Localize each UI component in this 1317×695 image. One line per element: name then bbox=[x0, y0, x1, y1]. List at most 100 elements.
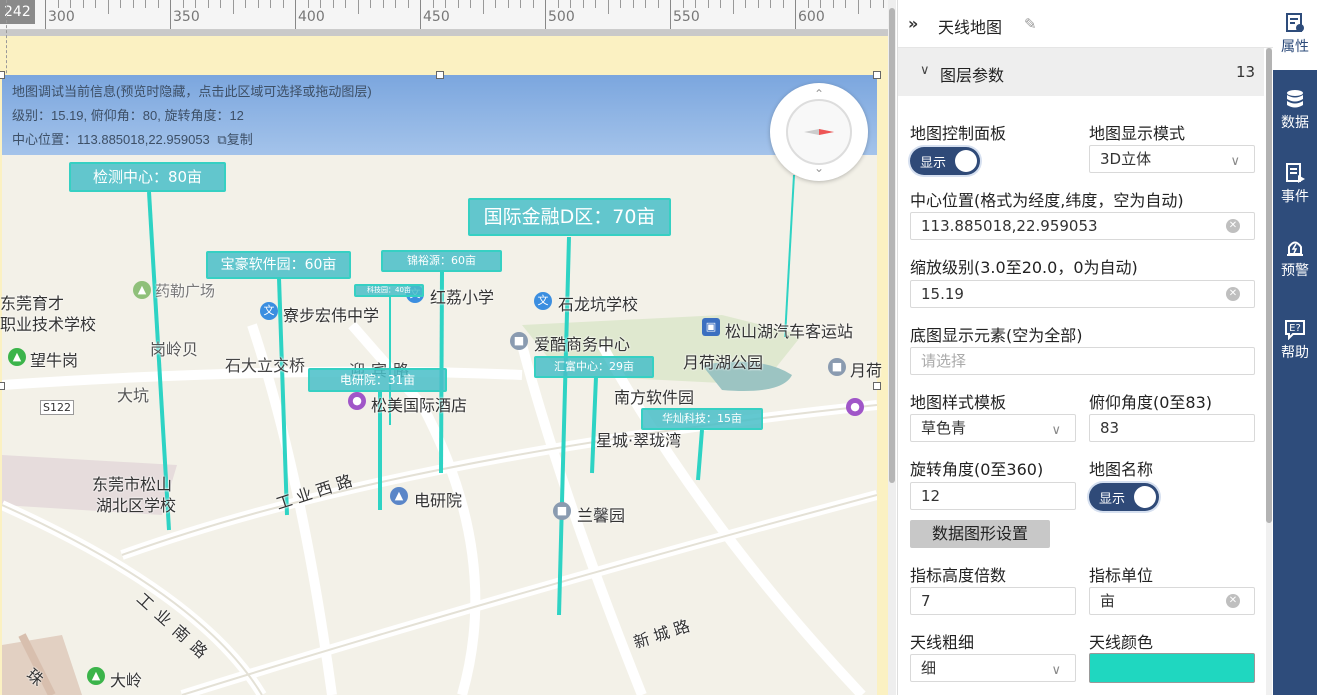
ruler-tick bbox=[782, 0, 784, 8]
ruler-tick bbox=[682, 0, 684, 8]
antenna-label[interactable]: 检测中心：80亩 bbox=[69, 162, 226, 192]
height-multiplier-value: 7 bbox=[921, 592, 931, 610]
clear-icon[interactable]: ✕ bbox=[1226, 219, 1240, 233]
ruler-tick bbox=[670, 0, 671, 29]
place-label: 爱酷商务中心 bbox=[534, 335, 631, 354]
compass-dial[interactable] bbox=[786, 99, 852, 165]
display-mode-label: 地图显示模式 bbox=[1089, 124, 1186, 143]
collapse-panel-icon[interactable]: » bbox=[908, 14, 918, 33]
zoom-input[interactable]: 15.19 ✕ bbox=[910, 280, 1255, 308]
ruler-tick bbox=[757, 0, 759, 8]
zoom-value: 15.19 bbox=[921, 285, 964, 303]
nav-data[interactable]: 数据 bbox=[1273, 76, 1317, 146]
place-label: 石大立交桥 bbox=[225, 356, 306, 375]
ruler-tick bbox=[420, 0, 421, 29]
antenna-label[interactable]: 科技园：40亩 bbox=[354, 284, 424, 297]
copy-icon[interactable]: ⧉ bbox=[217, 132, 226, 147]
ruler-tick-label: 350 bbox=[173, 9, 200, 25]
place-label: 寮步宏伟中学 bbox=[283, 306, 380, 325]
ruler-tick bbox=[582, 0, 584, 8]
place-label: 大坑 bbox=[117, 386, 150, 405]
base-elements-select[interactable]: 请选择 bbox=[910, 347, 1255, 375]
thickness-label: 天线粗细 bbox=[910, 633, 975, 652]
ruler-tick-label: 500 bbox=[548, 9, 575, 25]
help-icon: E? bbox=[1285, 320, 1305, 340]
data-shape-settings-button[interactable]: 数据图形设置 bbox=[910, 520, 1050, 548]
style-select[interactable]: 草色青 ∨ bbox=[910, 414, 1076, 442]
nav-events[interactable]: 事件 bbox=[1273, 150, 1317, 220]
pitch-input[interactable]: 83 bbox=[1089, 414, 1255, 442]
ruler-tick-label: 450 bbox=[423, 9, 450, 25]
ruler-tick bbox=[857, 0, 859, 14]
clear-icon[interactable]: ✕ bbox=[1226, 287, 1240, 301]
map-name-label: 地图名称 bbox=[1089, 460, 1154, 479]
panel-scrollbar-thumb[interactable] bbox=[1266, 48, 1272, 523]
ruler-tick bbox=[70, 0, 71, 8]
nav-properties[interactable]: 属性 bbox=[1273, 0, 1317, 70]
rotation-input[interactable]: 12 bbox=[910, 482, 1076, 510]
height-multiplier-input[interactable]: 7 bbox=[910, 587, 1076, 615]
nav-help[interactable]: E? 帮助 bbox=[1273, 306, 1317, 376]
rotation-value: 12 bbox=[921, 487, 941, 505]
resize-handle[interactable] bbox=[873, 71, 881, 79]
ruler-tick bbox=[482, 0, 484, 14]
copy-link[interactable]: 复制 bbox=[227, 132, 253, 147]
ruler-tick bbox=[457, 0, 459, 8]
antenna-label[interactable]: 锦裕源：60亩 bbox=[381, 250, 502, 272]
toggle-knob bbox=[1134, 486, 1156, 508]
resize-handle[interactable] bbox=[436, 71, 444, 79]
antenna-label[interactable]: 汇富中心：29亩 bbox=[534, 356, 654, 378]
color-label: 天线颜色 bbox=[1089, 633, 1154, 652]
place-label: 药勒广场 bbox=[155, 282, 216, 300]
canvas-scrollbar-thumb[interactable] bbox=[889, 8, 895, 483]
bus-station-icon: ▣ bbox=[702, 318, 720, 336]
ruler-tick bbox=[107, 0, 109, 14]
ruler-tick bbox=[245, 0, 246, 8]
ruler-tick bbox=[357, 0, 359, 14]
thickness-select[interactable]: 细 ∨ bbox=[910, 654, 1076, 682]
editor-canvas[interactable]: 3003504004505005506006507007508008509009… bbox=[0, 0, 893, 695]
ruler-tick bbox=[620, 0, 621, 8]
display-mode-select[interactable]: 3D立体 ∨ bbox=[1089, 145, 1255, 173]
canvas-scrollbar[interactable] bbox=[888, 0, 896, 695]
place-label: 岗岭贝 bbox=[150, 340, 199, 359]
antenna-label[interactable]: 宝豪软件园：60亩 bbox=[206, 251, 351, 279]
resize-handle[interactable] bbox=[0, 71, 5, 79]
school-icon: 文 bbox=[260, 302, 278, 320]
display-mode-value: 3D立体 bbox=[1100, 150, 1152, 168]
resize-handle[interactable] bbox=[0, 382, 5, 390]
base-elements-label: 底图显示元素(空为全部) bbox=[910, 326, 1083, 345]
ruler-tick bbox=[182, 0, 184, 8]
ruler-strip bbox=[0, 30, 893, 36]
map-name-toggle[interactable]: 显示 bbox=[1089, 483, 1159, 511]
antenna-color-picker[interactable] bbox=[1089, 653, 1255, 683]
control-panel-toggle[interactable]: 显示 bbox=[910, 147, 980, 175]
nav-label: 帮助 bbox=[1281, 345, 1309, 361]
nav-alarm[interactable]: 预警 bbox=[1273, 224, 1317, 294]
panel-scrollbar[interactable] bbox=[1266, 48, 1272, 695]
map-compass-control[interactable]: ⌃ ⌄ bbox=[770, 83, 868, 181]
ruler-tick bbox=[445, 0, 446, 8]
park-icon: ▲ bbox=[133, 281, 151, 299]
antenna-label[interactable]: 华灿科技：15亩 bbox=[641, 408, 763, 430]
edit-icon[interactable]: ✎ bbox=[1024, 15, 1037, 33]
resize-handle[interactable] bbox=[873, 382, 881, 390]
ruler-tick bbox=[532, 0, 534, 8]
place-label: 湖北区学校 bbox=[96, 496, 177, 515]
chevron-down-icon[interactable]: ∨ bbox=[920, 63, 930, 78]
ruler-tick bbox=[795, 0, 796, 29]
properties-icon bbox=[1286, 13, 1304, 32]
antenna-label[interactable]: 国际金融D区：70亩 bbox=[468, 198, 671, 236]
unit-input[interactable]: 亩 ✕ bbox=[1089, 587, 1255, 615]
center-input[interactable]: 113.885018,22.959053 ✕ bbox=[910, 212, 1255, 240]
place-label: 月荷湖公园 bbox=[683, 353, 764, 372]
layer-params-section-header[interactable]: ∨ 图层参数 13 bbox=[898, 48, 1264, 96]
hotel-icon: ● bbox=[846, 398, 864, 416]
antenna-label[interactable]: 电研院：31亩 bbox=[308, 368, 447, 392]
clear-icon[interactable]: ✕ bbox=[1226, 594, 1240, 608]
ruler-tick bbox=[395, 0, 396, 8]
compass-needle-icon bbox=[804, 129, 834, 135]
debug-line-3: 中心位置：113.885018,22.959053 ⧉复制 bbox=[12, 128, 372, 152]
map-debug-info[interactable]: 地图调试当前信息(预览时隐藏，点击此区域可选择或拖动图层) 级别：15.19, … bbox=[12, 80, 372, 152]
ruler-tick bbox=[382, 0, 384, 8]
